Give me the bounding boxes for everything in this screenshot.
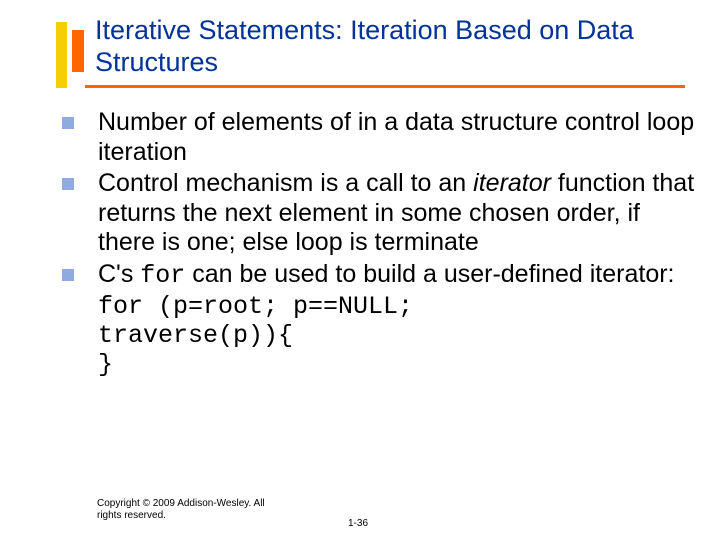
code-block: for (p=root; p==NULL; traverse(p)){ } xyxy=(58,292,698,379)
bullet-icon xyxy=(62,117,74,129)
slide-body: Number of elements of in a data structur… xyxy=(58,108,698,379)
bullet-text-post: can be used to build a user-defined iter… xyxy=(185,260,674,288)
bullet-item: C's for can be used to build a user-defi… xyxy=(58,260,698,291)
bullet-item: Number of elements of in a data structur… xyxy=(58,108,698,167)
bullet-icon xyxy=(62,178,74,190)
accent-bar-orange xyxy=(72,30,84,72)
slide: Iterative Statements: Iteration Based on… xyxy=(0,0,720,540)
bullet-text-pre: C's xyxy=(98,260,140,288)
slide-title: Iterative Statements: Iteration Based on… xyxy=(95,14,685,79)
bullet-text-pre: Control mechanism is a call to an xyxy=(98,169,473,197)
code-line: traverse(p)){ xyxy=(98,321,698,350)
bullet-icon xyxy=(62,269,74,281)
code-line: } xyxy=(98,350,698,379)
bullet-text: Number of elements of in a data structur… xyxy=(98,108,694,166)
bullet-list: Number of elements of in a data structur… xyxy=(58,108,698,290)
accent-bar-yellow xyxy=(56,22,67,88)
code-line: for (p=root; p==NULL; xyxy=(98,292,698,321)
slide-title-text: Iterative Statements: Iteration Based on… xyxy=(95,15,634,77)
title-underline xyxy=(85,85,685,88)
copyright-text: Copyright © 2009 Addison-Wesley. All rig… xyxy=(97,498,267,522)
bullet-text-code: for xyxy=(140,261,185,290)
bullet-text-emph: iterator xyxy=(473,169,551,197)
page-number: 1-36 xyxy=(348,518,368,529)
bullet-item: Control mechanism is a call to an iterat… xyxy=(58,169,698,258)
